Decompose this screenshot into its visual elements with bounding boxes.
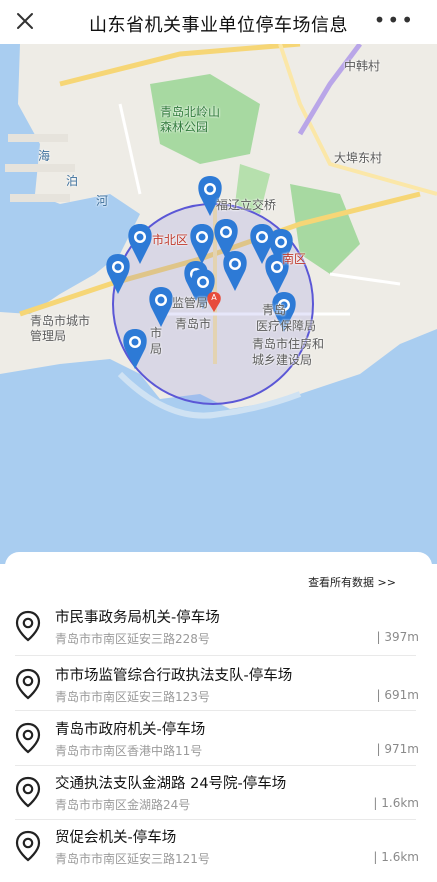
map-label: 管理局: [30, 329, 67, 343]
list-item[interactable]: 青岛市政府机关-停车场 青岛市市南区香港中路11号 | 971m: [15, 712, 425, 764]
map-label: 泊: [66, 174, 79, 188]
parking-distance: | 1.6km: [373, 850, 419, 864]
map-label: 青岛北岭山: [160, 105, 221, 119]
parking-name: 市市场监管综合行政执法支队-停车场: [55, 668, 293, 684]
parking-distance: | 971m: [376, 742, 419, 756]
parking-name: 贸促会机关-停车场: [55, 830, 177, 846]
map-label: 青岛市: [175, 317, 212, 331]
more-icon[interactable]: •••: [374, 8, 415, 32]
map-label: 海: [38, 149, 51, 163]
map-label: 中韩村: [344, 59, 381, 73]
divider: [15, 710, 416, 711]
map-label: 医疗保障局: [256, 319, 317, 333]
view-all-link[interactable]: 查看所有数据 >>: [308, 574, 396, 590]
location-pin-icon: [15, 610, 41, 642]
center-marker-letter: A: [211, 293, 217, 302]
list-item[interactable]: 交通执法支队金湖路 24号院-停车场 青岛市市南区金湖路24号 | 1.6km: [15, 766, 425, 818]
parking-address: 青岛市市南区延安三路228号: [55, 632, 210, 646]
location-pin-icon: [15, 722, 41, 754]
location-pin-icon: [15, 668, 41, 700]
map-label: 市北区: [152, 233, 189, 247]
map-label: 监管局: [172, 296, 209, 310]
map-label: 河: [96, 194, 109, 208]
map-label: 青岛市城市: [30, 314, 91, 328]
parking-name: 市民事政务局机关-停车场: [55, 610, 220, 626]
map-view[interactable]: A 中韩村 青岛北岭山 森林公园 大埠东村 海 泊 河 福辽立交桥 市北区 南区…: [0, 44, 437, 564]
map-label: 城乡建设局: [252, 353, 313, 367]
parking-distance: | 397m: [376, 630, 419, 644]
list-item[interactable]: 市市场监管综合行政执法支队-停车场 青岛市市南区延安三路123号 | 691m: [15, 658, 425, 710]
parking-address: 青岛市市南区延安三路123号: [55, 690, 210, 704]
title-bar: 山东省机关事业单位停车场信息 •••: [0, 0, 437, 44]
map-label: 森林公园: [160, 120, 209, 134]
parking-distance: | 1.6km: [373, 796, 419, 810]
map-label: 大埠东村: [334, 151, 383, 165]
location-pin-icon: [15, 776, 41, 808]
map-label: 市: [150, 326, 163, 340]
close-icon[interactable]: [14, 10, 36, 32]
parking-distance: | 691m: [376, 688, 419, 702]
location-pin-icon: [15, 830, 41, 862]
map-label: 福辽立交桥: [216, 198, 277, 212]
map-label: 南区: [282, 252, 307, 266]
map-label: 青岛市住房和: [252, 337, 325, 351]
map-canvas: A: [0, 44, 437, 564]
parking-name: 青岛市政府机关-停车场: [55, 722, 206, 738]
parking-list-panel: 查看所有数据 >> 市民事政务局机关-停车场 青岛市市南区延安三路228号 | …: [5, 552, 432, 882]
list-item[interactable]: 贸促会机关-停车场 青岛市市南区延安三路121号 | 1.6km: [15, 820, 425, 872]
map-label: 青岛: [262, 303, 287, 317]
list-item[interactable]: 市民事政务局机关-停车场 青岛市市南区延安三路228号 | 397m: [15, 600, 425, 652]
parking-name: 交通执法支队金湖路 24号院-停车场: [55, 776, 287, 792]
page-title: 山东省机关事业单位停车场信息: [89, 15, 348, 36]
map-label: 局: [150, 342, 163, 356]
parking-address: 青岛市市南区香港中路11号: [55, 744, 203, 758]
parking-address: 青岛市市南区延安三路121号: [55, 852, 210, 866]
divider: [15, 655, 416, 656]
parking-address: 青岛市市南区金湖路24号: [55, 798, 191, 812]
